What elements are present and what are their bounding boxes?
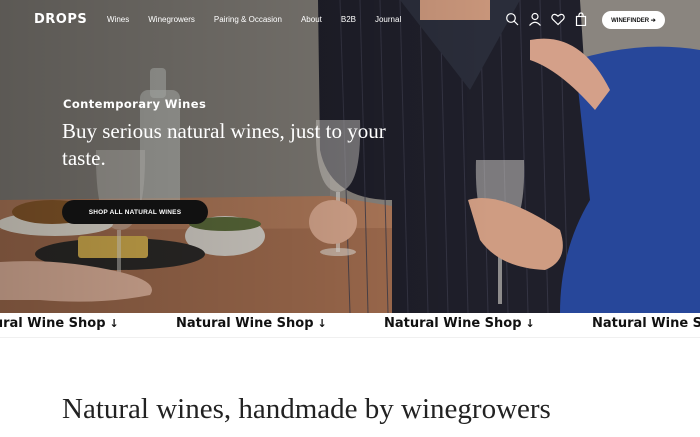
nav-link-journal[interactable]: Journal (375, 15, 401, 24)
top-navigation: DROPS Wines Winegrowers Pairing & Occasi… (0, 0, 700, 40)
hero-banner: DROPS Wines Winegrowers Pairing & Occasi… (0, 0, 700, 313)
nav-links: Wines Winegrowers Pairing & Occasion Abo… (107, 15, 420, 24)
arrow-down-icon: ↓ (525, 317, 535, 330)
wishlist-heart-icon[interactable] (551, 12, 567, 28)
marquee-text: Natural Wine Shop (384, 316, 522, 331)
search-icon[interactable] (505, 12, 521, 28)
arrow-down-icon: ↓ (109, 317, 119, 330)
nav-link-b2b[interactable]: B2B (341, 15, 356, 24)
hero-eyebrow: Contemporary Wines (63, 97, 207, 111)
marquee-item[interactable]: Natural Wine Shop↓ (176, 316, 384, 331)
section-title: Natural wines, handmade by winegrowers (62, 393, 551, 425)
marquee-item[interactable]: Natural Wine Shop↓ (592, 316, 700, 331)
nav-link-wines[interactable]: Wines (107, 15, 129, 24)
marquee-item[interactable]: Natural Wine Shop↓ (0, 316, 176, 331)
nav-link-pairing-occasion[interactable]: Pairing & Occasion (214, 15, 282, 24)
marquee-text: Natural Wine Shop (176, 316, 314, 331)
nav-link-winegrowers[interactable]: Winegrowers (148, 15, 195, 24)
account-icon[interactable] (528, 12, 544, 28)
marquee-banner: Natural Wine Shop↓ Natural Wine Shop↓ Na… (0, 313, 700, 338)
cart-bag-icon[interactable] (574, 12, 590, 28)
winefinder-button[interactable]: WINEFINDER ➔ (602, 11, 665, 29)
marquee-item[interactable]: Natural Wine Shop↓ (384, 316, 592, 331)
nav-icon-group (505, 12, 597, 28)
hero-headline: Buy serious natural wines, just to your … (62, 119, 386, 170)
nav-link-about[interactable]: About (301, 15, 322, 24)
shop-all-natural-wines-button[interactable]: SHOP ALL NATURAL WINES (62, 200, 208, 224)
arrow-down-icon: ↓ (317, 317, 327, 330)
marquee-text: Natural Wine Shop (592, 316, 700, 331)
marquee-track: Natural Wine Shop↓ Natural Wine Shop↓ Na… (0, 316, 700, 331)
marquee-text: Natural Wine Shop (0, 316, 106, 331)
drops-logo[interactable]: DROPS (34, 12, 87, 27)
